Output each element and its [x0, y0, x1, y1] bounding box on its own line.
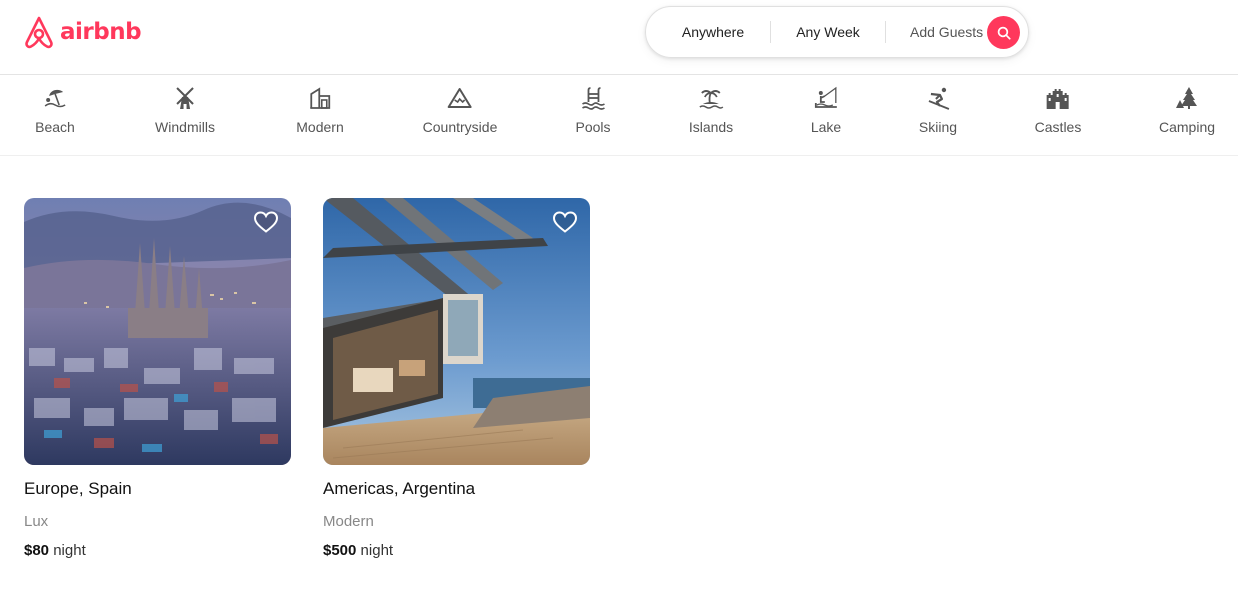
windmill-icon: [176, 87, 194, 109]
category-skiing[interactable]: Skiing: [919, 85, 957, 147]
listing-card[interactable]: Europe, Spain Lux $80 night: [24, 198, 291, 559]
modern-building-icon: [310, 87, 330, 109]
listing-image[interactable]: [24, 198, 291, 465]
category-beach[interactable]: Beach: [35, 85, 75, 147]
category-label: Islands: [688, 119, 734, 135]
category-label: Beach: [35, 119, 75, 135]
beach-icon: [44, 89, 66, 108]
search-button[interactable]: [987, 16, 1020, 49]
category-modern[interactable]: Modern: [296, 85, 344, 147]
airbnb-logo-icon: [25, 16, 53, 49]
category-pools[interactable]: Pools: [575, 85, 611, 147]
brand-name: airbnb: [60, 19, 142, 45]
category-bar: Beach Windmills Modern Countryside Pools…: [0, 75, 1238, 156]
category-windmills[interactable]: Windmills: [155, 85, 215, 147]
price-unit: night: [360, 542, 394, 559]
category-castles[interactable]: Castles: [1034, 85, 1082, 147]
listing-location: Europe, Spain: [24, 479, 132, 498]
category-label: Pools: [575, 119, 611, 135]
mountain-icon: [447, 88, 472, 108]
any-week-button[interactable]: Any Week: [771, 21, 885, 43]
listing-category: Lux: [24, 513, 49, 530]
castle-icon: [1047, 89, 1069, 109]
search-icon: [997, 26, 1011, 40]
category-label: Castles: [1034, 119, 1082, 135]
heart-icon[interactable]: [552, 210, 578, 234]
listing-price: $500 night: [323, 542, 590, 559]
search-bar[interactable]: Anywhere Any Week Add Guests: [645, 6, 1029, 58]
category-countryside[interactable]: Countryside: [422, 85, 498, 147]
anywhere-button[interactable]: Anywhere: [656, 21, 770, 43]
camping-tree-icon: [1176, 87, 1197, 109]
category-label: Modern: [296, 119, 344, 135]
listing-image[interactable]: [323, 198, 590, 465]
category-camping[interactable]: Camping: [1159, 85, 1215, 147]
category-lake[interactable]: Lake: [811, 85, 841, 147]
listing-location: Americas, Argentina: [323, 479, 476, 498]
price-amount: $500: [323, 542, 357, 559]
category-label: Skiing: [918, 119, 958, 135]
listing-card[interactable]: Americas, Argentina Modern $500 night: [323, 198, 590, 559]
category-label: Countryside: [422, 119, 498, 135]
listing-category: Modern: [323, 513, 374, 530]
listing-price: $80 night: [24, 542, 291, 559]
island-icon: [699, 90, 724, 109]
airbnb-logo[interactable]: airbnb: [24, 15, 142, 49]
barcelona-city-photo: [24, 198, 291, 465]
category-label: Camping: [1158, 119, 1216, 135]
skiing-icon: [928, 87, 950, 110]
add-guests-button[interactable]: Add Guests: [886, 21, 993, 43]
modern-beach-house-photo: [323, 198, 590, 465]
lake-fishing-icon: [815, 86, 837, 108]
pool-icon: [581, 87, 605, 110]
top-header: airbnb Anywhere Any Week Add Guests: [0, 0, 1238, 75]
category-islands[interactable]: Islands: [689, 85, 733, 147]
heart-icon[interactable]: [253, 210, 279, 234]
category-label: Windmills: [155, 119, 215, 135]
price-amount: $80: [24, 542, 50, 559]
category-label: Lake: [810, 119, 842, 135]
price-unit: night: [53, 542, 86, 559]
